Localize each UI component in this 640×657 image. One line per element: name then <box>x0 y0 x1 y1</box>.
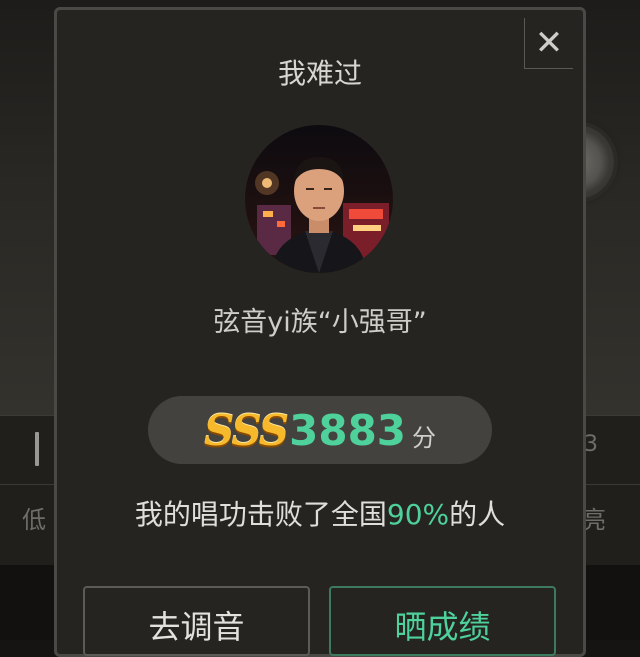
user-name: 弦音yi族“小强哥” <box>213 307 427 338</box>
background-right-number: 3 <box>584 432 598 457</box>
share-button[interactable]: 晒成绩 <box>329 586 556 656</box>
score-unit: 分 <box>412 423 437 452</box>
tune-button[interactable]: 去调音 <box>83 586 310 656</box>
user-avatar <box>245 125 393 273</box>
result-percent: 90% <box>386 498 450 531</box>
grade-badge: SSS <box>203 405 289 455</box>
result-text: 我的唱功击败了全国90%的人 <box>54 493 586 533</box>
dialog-title: 我难过 <box>277 57 362 90</box>
score-badge: SSS 3883 分 <box>148 396 492 464</box>
result-prefix: 我的唱功击败了全国 <box>134 498 387 531</box>
score-value: 3883 <box>289 405 407 455</box>
background-left-label: 低 <box>22 506 46 534</box>
result-suffix: 的人 <box>449 498 506 531</box>
slider-handle[interactable] <box>35 432 39 466</box>
